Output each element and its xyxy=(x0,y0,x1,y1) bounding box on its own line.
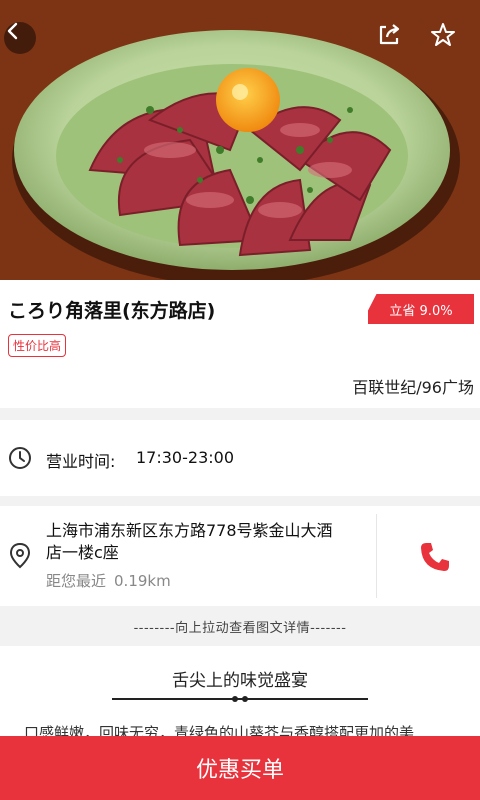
hours-label: 营业时间: xyxy=(46,452,116,471)
clock-icon xyxy=(9,447,31,469)
section-divider xyxy=(0,496,480,506)
business-hours-row: 营业时间: 17:30-23:00 xyxy=(0,420,480,496)
detail-title: 舌尖上的味觉盛宴 xyxy=(172,671,308,691)
distance-value: 0.19km xyxy=(114,572,171,590)
pull-up-hint[interactable]: --------向上拉动查看图文详情------- xyxy=(0,606,480,646)
buy-button[interactable]: 优惠买单 xyxy=(0,736,480,800)
back-button[interactable] xyxy=(4,22,36,54)
business-area: 百联世纪/96广场 xyxy=(352,378,474,397)
shop-name: ころり角落里(东方路店) xyxy=(8,300,216,322)
value-tag: 性价比高 xyxy=(8,334,67,357)
location-pin-icon xyxy=(9,542,31,569)
section-divider xyxy=(0,408,480,420)
call-button[interactable] xyxy=(418,540,452,578)
vertical-divider xyxy=(376,514,377,598)
chevron-left-icon xyxy=(7,22,18,40)
phone-icon xyxy=(421,543,449,571)
title-underline xyxy=(112,696,368,702)
distance-label: 距您最近 xyxy=(46,572,107,590)
distance-info: 距您最近 0.19km xyxy=(46,570,171,591)
share-icon xyxy=(379,24,400,45)
favorite-button[interactable] xyxy=(430,22,462,54)
save-badge: 立省 9.0% xyxy=(368,294,474,324)
address-text: 上海市浦东新区东方路778号紫金山大酒店一楼c座 xyxy=(46,521,333,562)
hero-food-photo xyxy=(0,0,480,280)
shop-info-section: ころり角落里(东方路店) 立省 9.0% 性价比高 百联世纪/96广场 xyxy=(0,280,480,408)
address-row[interactable]: 上海市浦东新区东方路778号紫金山大酒店一楼c座 距您最近 0.19km xyxy=(0,506,480,606)
share-button[interactable] xyxy=(376,22,408,54)
hours-value: 17:30-23:00 xyxy=(136,448,234,467)
star-outline-icon xyxy=(431,23,455,46)
food-plate-illustration xyxy=(0,0,480,280)
